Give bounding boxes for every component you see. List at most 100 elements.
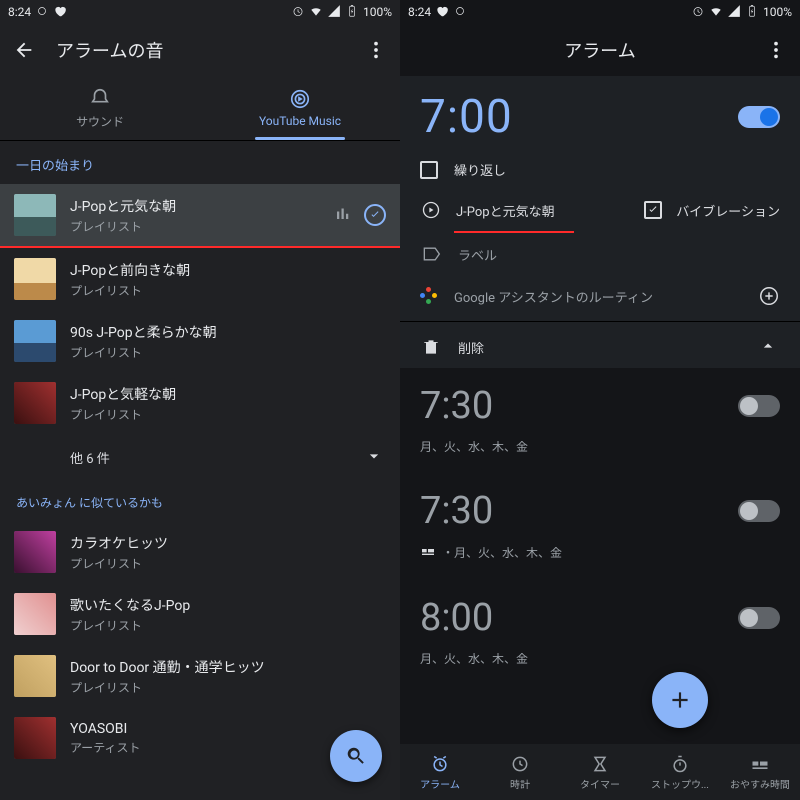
alarm-item[interactable]: 7:30 ・月、火、水、木、金 <box>400 473 800 580</box>
alarm-days: 月、火、水、木、金 <box>420 438 780 455</box>
status-time: 8:24 <box>408 5 431 19</box>
chevron-up-icon[interactable] <box>758 336 780 358</box>
playlist-sub: プレイリスト <box>70 679 386 696</box>
alarm-toggle[interactable] <box>738 106 780 128</box>
playlist-sub: プレイリスト <box>70 555 386 572</box>
label-icon <box>420 243 442 265</box>
sound-label: J-Popと元気な朝 <box>456 201 628 220</box>
section-header: 一日の始まり <box>0 141 400 184</box>
bed-icon <box>420 543 436 562</box>
playlist-title: Door to Door 通勤・通学ヒッツ <box>70 657 386 677</box>
label-row[interactable]: ラベル <box>400 233 800 275</box>
nav-timer[interactable]: タイマー <box>560 744 640 800</box>
add-routine-icon[interactable] <box>758 285 780 307</box>
alarm-status-icon <box>291 4 305 21</box>
appbar-title: アラーム <box>436 37 764 63</box>
more-button[interactable] <box>364 38 388 62</box>
nav-bedtime[interactable]: おやすみ時間 <box>720 744 800 800</box>
playlist-thumb <box>14 258 56 300</box>
playlist-item[interactable]: 歌いたくなるJ-Pop プレイリスト <box>0 583 400 645</box>
more-items-row[interactable]: 他 6 件 <box>0 434 400 480</box>
appbar: アラームの音 <box>0 24 400 76</box>
vibration-row[interactable]: バイブレーション <box>644 201 780 220</box>
status-time: 8:24 <box>8 5 31 19</box>
add-alarm-fab[interactable] <box>652 672 708 728</box>
divider <box>400 321 800 322</box>
nav-clock[interactable]: 時計 <box>480 744 560 800</box>
tab-sound[interactable]: サウンド <box>0 76 200 140</box>
alarm-time: 7:30 <box>420 489 738 533</box>
delete-row[interactable]: 削除 <box>400 326 800 368</box>
delete-label: 削除 <box>458 338 742 357</box>
heart-icon <box>53 4 67 21</box>
repeat-checkbox[interactable] <box>420 161 438 179</box>
equalizer-icon <box>334 204 352 226</box>
battery-percent: 100% <box>763 5 792 19</box>
alarm-toggle[interactable] <box>738 500 780 522</box>
playlist-thumb <box>14 655 56 697</box>
playlist-sub: プレイリスト <box>70 218 320 235</box>
playlist-thumb <box>14 593 56 635</box>
playlist-item[interactable]: J-Popと気軽な朝 プレイリスト <box>0 372 400 434</box>
more-button[interactable] <box>764 38 788 62</box>
playlist-item[interactable]: J-Popと元気な朝 プレイリスト <box>0 184 400 246</box>
nav-stopwatch[interactable]: ストップウ... <box>640 744 720 800</box>
alarm-time: 8:00 <box>420 596 738 640</box>
wifi-icon <box>709 4 723 21</box>
alarm-screen: 8:24 100% アラーム 7:00 繰り返し <box>400 0 800 800</box>
routine-row[interactable]: Google アシスタントのルーティン <box>400 275 800 317</box>
alarm-toggle[interactable] <box>738 607 780 629</box>
playlist-thumb <box>14 382 56 424</box>
alarm-days: 月、火、水、木、金 <box>420 650 780 667</box>
playlist-item[interactable]: カラオケヒッツ プレイリスト <box>0 521 400 583</box>
playlist-sub: プレイリスト <box>70 406 386 423</box>
playlist-title: J-Popと前向きな朝 <box>70 260 386 280</box>
vibration-checkbox[interactable] <box>644 201 662 219</box>
tab-ytm-label: YouTube Music <box>259 114 341 128</box>
alarm-sound-screen: 8:24 100% アラームの音 サウンド YouTube Music 一日の始… <box>0 0 400 800</box>
status-bar: 8:24 100% <box>0 0 400 24</box>
playlist-title: カラオケヒッツ <box>70 533 386 553</box>
bottom-nav: アラーム 時計 タイマー ストップウ... おやすみ時間 <box>400 744 800 800</box>
sound-icon <box>420 199 442 221</box>
playlist-title: 歌いたくなるJ-Pop <box>70 595 386 615</box>
playlist-title: J-Popと元気な朝 <box>70 196 320 216</box>
alarm-status-icon <box>691 4 705 21</box>
plus-icon <box>667 687 693 713</box>
playlist-item[interactable]: J-Popと前向きな朝 プレイリスト <box>0 248 400 310</box>
appbar-title: アラームの音 <box>56 37 364 63</box>
alarm-days: ・月、火、水、木、金 <box>420 543 780 562</box>
chevron-down-icon <box>364 446 386 468</box>
tab-sound-label: サウンド <box>76 113 124 130</box>
more-label: 他 6 件 <box>70 448 110 467</box>
sound-vibration-row: J-Popと元気な朝 バイブレーション <box>400 189 800 231</box>
alarm-expanded-card: 7:00 繰り返し J-Popと元気な朝 バイブレーション ラベル Go <box>400 76 800 368</box>
battery-icon <box>345 4 359 21</box>
playlist-sub: プレイリスト <box>70 617 386 634</box>
playlist-item[interactable]: Door to Door 通勤・通学ヒッツ プレイリスト <box>0 645 400 707</box>
back-button[interactable] <box>12 38 36 62</box>
alarm-time: 7:30 <box>420 384 738 428</box>
wifi-icon <box>309 4 323 21</box>
alarm-toggle[interactable] <box>738 395 780 417</box>
playlist-title: 90s J-Popと柔らかな朝 <box>70 322 386 342</box>
search-fab[interactable] <box>330 730 382 782</box>
playlist-thumb <box>14 320 56 362</box>
playlist-thumb <box>14 194 56 236</box>
playlist-item[interactable]: 90s J-Popと柔らかな朝 プレイリスト <box>0 310 400 372</box>
playlist-sub: プレイリスト <box>70 282 386 299</box>
circle-icon <box>35 4 49 21</box>
alarm-item[interactable]: 8:00 月、火、水、木、金 <box>400 580 800 685</box>
nav-alarm[interactable]: アラーム <box>400 744 480 800</box>
playlist-title: J-Popと気軽な朝 <box>70 384 386 404</box>
alarm-time[interactable]: 7:00 <box>420 90 513 144</box>
heart-icon <box>435 4 449 21</box>
tab-youtube-music[interactable]: YouTube Music <box>200 76 400 140</box>
circle-icon <box>453 4 467 21</box>
routine-label: Google アシスタントのルーティン <box>454 287 742 306</box>
playlist-thumb <box>14 717 56 759</box>
alarm-item[interactable]: 7:30 月、火、水、木、金 <box>400 368 800 473</box>
repeat-row[interactable]: 繰り返し <box>400 150 800 189</box>
sound-row[interactable]: J-Popと元気な朝 <box>420 199 628 221</box>
vibration-label: バイブレーション <box>676 201 780 220</box>
